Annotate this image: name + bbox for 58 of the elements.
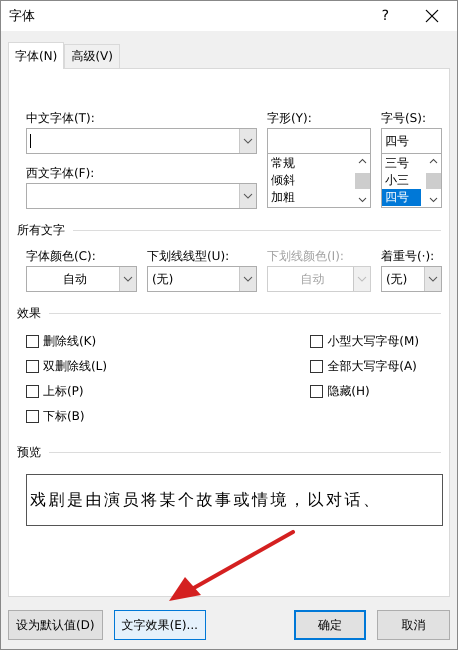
list-item[interactable]: 小三 [382, 172, 426, 189]
section-title: 所有文字 [17, 222, 65, 238]
section-title: 效果 [17, 304, 41, 322]
chevron-icon [239, 129, 256, 153]
chevron-icon [239, 267, 256, 291]
preview-text: 戏剧是由演员将某个故事或情境，以对话、 [30, 490, 382, 510]
checkbox[interactable] [310, 384, 324, 398]
checkbox-label: 全部大写字母(A) [327, 358, 417, 374]
checkbox[interactable] [310, 360, 324, 372]
dialog-button[interactable]: 设为默认值(D) [8, 610, 103, 640]
section-title: 预览 [17, 444, 41, 460]
checkbox[interactable] [26, 360, 39, 372]
close-icon[interactable] [425, 9, 439, 23]
dialog-button[interactable]: 确定 [294, 610, 366, 640]
dropdown[interactable]: (无) [147, 266, 257, 292]
field-label: 着重号(·): [381, 248, 436, 265]
chevron-icon [353, 267, 370, 291]
field-label: 字体颜色(C): [26, 248, 97, 265]
checkbox[interactable] [26, 384, 39, 398]
field-label: 字形(Y): [267, 110, 313, 127]
dropdown[interactable]: (无) [381, 266, 442, 292]
field-label: 字号(S): [381, 110, 428, 127]
list-item[interactable]: 常规 [268, 155, 355, 172]
scroll-down-icon[interactable] [429, 197, 438, 203]
checkbox-label: 下标(B) [43, 408, 85, 424]
dialog-button[interactable]: 文字效果(E)... [114, 610, 206, 640]
scroll-down-icon[interactable] [358, 197, 367, 203]
list-item[interactable]: 倾斜 [268, 172, 355, 189]
checkbox[interactable] [26, 410, 39, 422]
tab[interactable]: 字体(N) [8, 42, 64, 69]
checkbox[interactable] [310, 334, 324, 348]
font-style-field[interactable] [267, 128, 371, 154]
checkbox-label: 上标(P) [43, 382, 84, 400]
tab[interactable]: 高级(V) [64, 44, 120, 68]
scroll-thumb[interactable] [426, 172, 441, 188]
field-label: 下划线颜色(I): [267, 248, 345, 265]
checkbox-label: 小型大写字母(M) [327, 332, 419, 350]
field-label: 中文字体(T): [26, 110, 96, 127]
chevron-icon [239, 184, 256, 208]
chevron-icon [119, 267, 136, 291]
list-item[interactable]: 四号 [382, 189, 421, 206]
field-label: 西文字体(F): [26, 165, 96, 182]
checkbox-label: 删除线(K) [43, 332, 96, 350]
checkbox-label: 隐藏(H) [327, 382, 370, 400]
list-item[interactable]: 加粗 [268, 189, 355, 206]
field-label: 下划线线型(U): [147, 248, 230, 265]
checkbox[interactable] [26, 334, 39, 348]
chevron-icon [424, 267, 441, 291]
font-size-field[interactable]: 四号 [381, 128, 442, 154]
help-button[interactable]: ? [382, 8, 389, 24]
scroll-up-icon[interactable] [358, 158, 367, 164]
dialog-button[interactable]: 取消 [377, 610, 450, 640]
scroll-thumb[interactable] [355, 172, 370, 188]
dropdown[interactable]: 自动 [26, 266, 137, 292]
scroll-up-icon[interactable] [429, 158, 438, 164]
list-item[interactable]: 三号 [382, 155, 426, 172]
checkbox-label: 双删除线(L) [43, 358, 108, 374]
window-title: 字体 [9, 8, 36, 25]
